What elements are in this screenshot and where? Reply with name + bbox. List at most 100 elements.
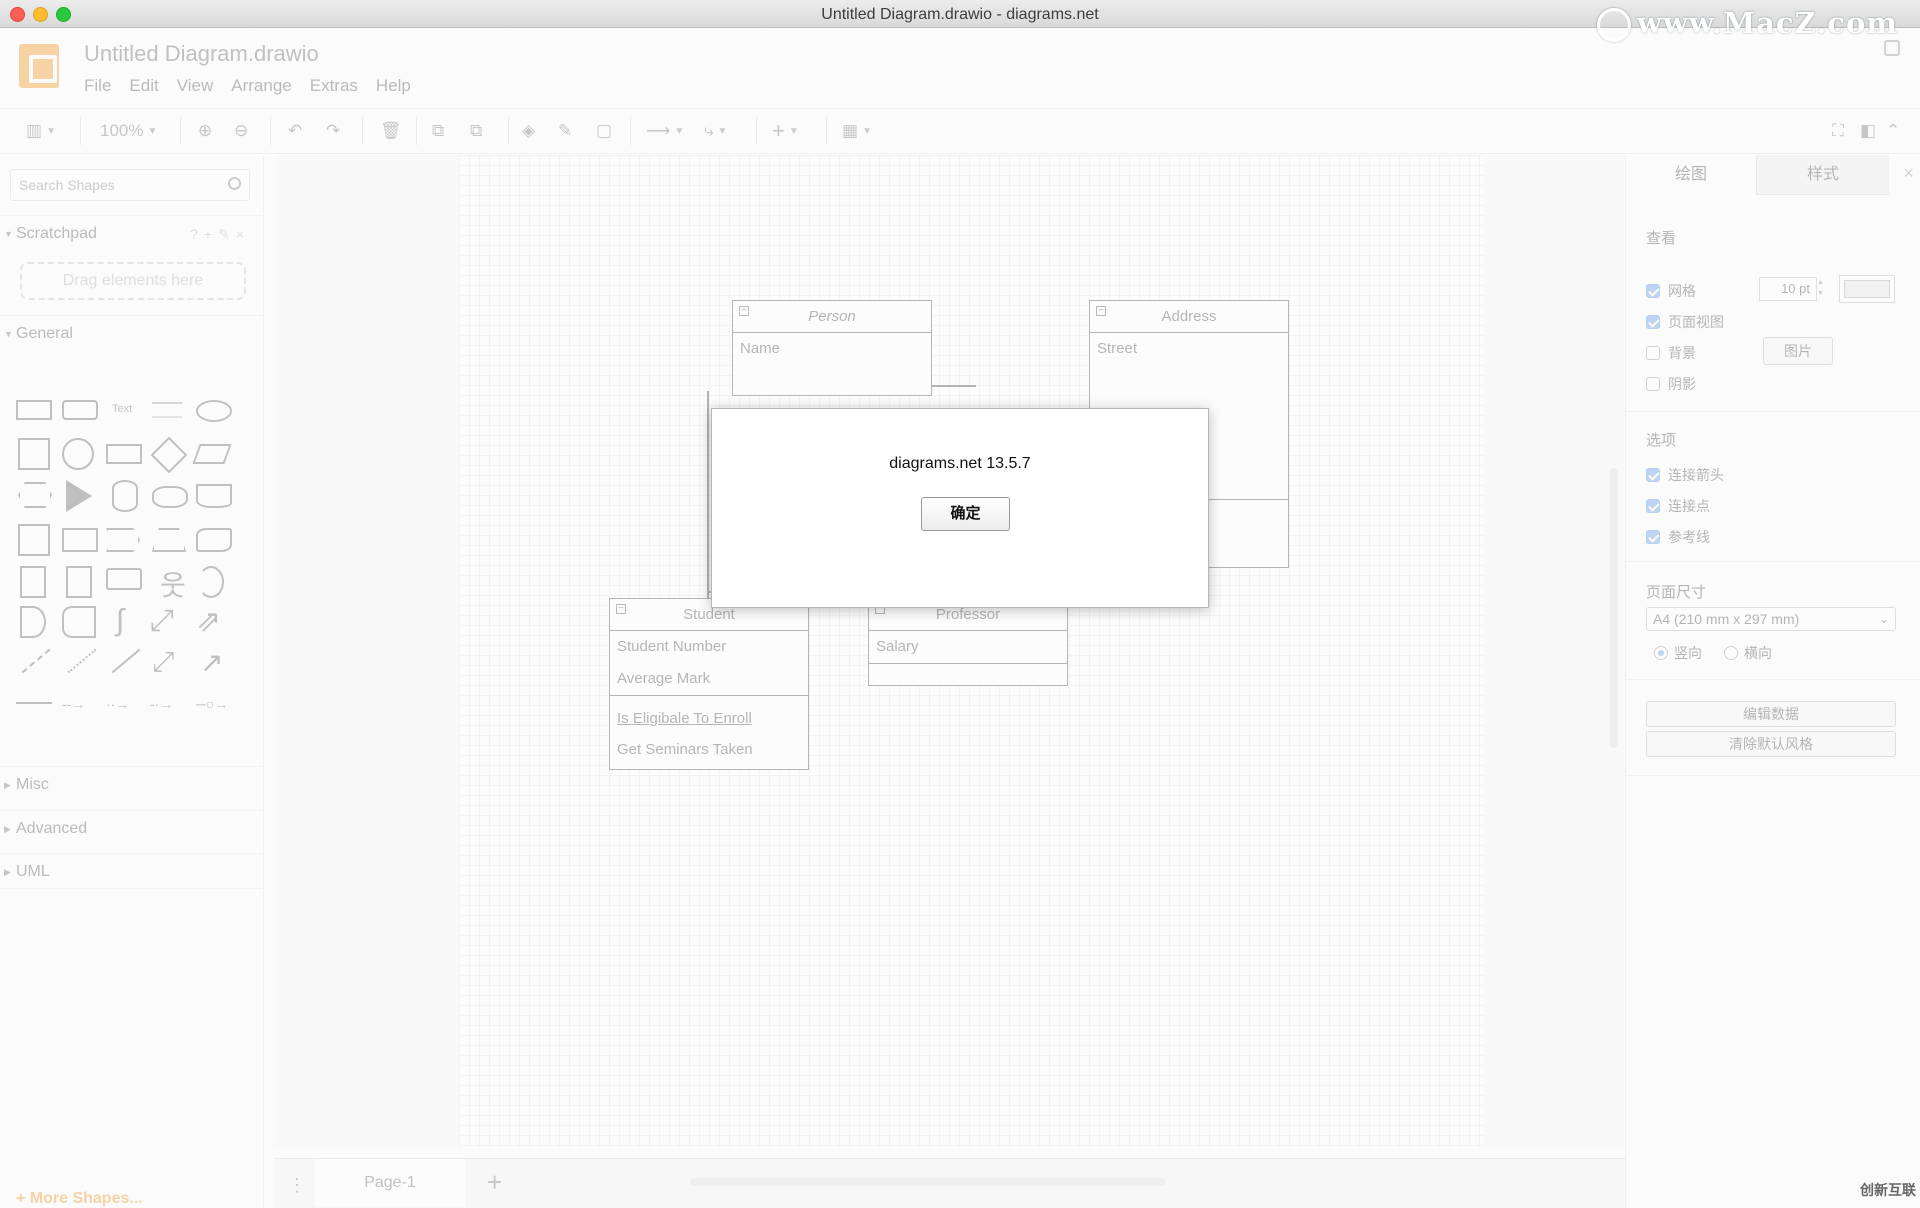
scratchpad-header[interactable]: ▼ Scratchpad ?+✎×	[0, 215, 262, 251]
page-grid[interactable]: − Person Name − Address Street − Student St…	[459, 155, 1484, 1148]
landscape-radio[interactable]: 横向	[1724, 643, 1772, 663]
tab-style[interactable]: 样式	[1756, 155, 1889, 195]
tab-page-1[interactable]: Page-1	[315, 1159, 465, 1207]
menu-help[interactable]: Help	[376, 76, 411, 96]
connection-style-button[interactable]: ⟶ ▼	[646, 119, 684, 143]
trapezoid-shape[interactable]	[152, 528, 186, 552]
diagram-canvas[interactable]: − Person Name − Address Street − Student St…	[275, 155, 1625, 1148]
uml-class-professor[interactable]: − Professor Salary	[868, 598, 1068, 686]
background-image-button[interactable]: 图片	[1763, 337, 1833, 365]
circle-shape[interactable]	[62, 438, 94, 470]
close-icon[interactable]: ×	[1903, 163, 1914, 184]
view-panels-button[interactable]: ▥ ▼	[26, 119, 56, 143]
labeled-arrow-icon[interactable]: ‐·→	[150, 696, 173, 712]
grid-size-input[interactable]: 10 pt	[1759, 277, 1817, 301]
portrait-radio[interactable]: 竖向	[1654, 643, 1702, 663]
collapse-icon[interactable]: ⌃	[1886, 119, 1900, 143]
internal-storage-shape[interactable]	[18, 524, 50, 556]
cube-shape[interactable]	[62, 528, 98, 552]
line-color-icon[interactable]: ✎	[558, 119, 572, 143]
to-front-icon[interactable]: ⧉	[432, 119, 444, 143]
document-title[interactable]: Untitled Diagram.drawio	[84, 41, 319, 67]
class-method[interactable]: Get Seminars Taken	[610, 733, 808, 767]
text-shape[interactable]: Text	[112, 403, 132, 415]
ellipse-shape[interactable]	[196, 400, 232, 422]
callout-shape[interactable]	[106, 568, 142, 590]
uml-section-header[interactable]: ▶ UML	[0, 853, 262, 889]
diamond-shape[interactable]	[150, 436, 188, 474]
general-section-header[interactable]: ▼ General	[0, 315, 262, 351]
fullscreen-icon[interactable]: ⛶	[1832, 119, 1844, 143]
format-panel-toggle-icon[interactable]: ◧	[1860, 119, 1876, 143]
square-shape[interactable]	[18, 438, 50, 470]
association-arrow-icon[interactable]: ─○→	[196, 696, 228, 712]
menu-view[interactable]: View	[177, 76, 214, 96]
triangle-shape[interactable]	[66, 480, 92, 512]
pages-menu-icon[interactable]: ⋮	[288, 1175, 306, 1196]
dashed-arrow-icon[interactable]: ‐‐→	[62, 696, 85, 712]
to-back-icon[interactable]: ⧉	[470, 119, 482, 143]
process-shape[interactable]	[106, 444, 142, 464]
collapse-icon[interactable]: −	[739, 306, 749, 316]
advanced-section-header[interactable]: ▶ Advanced	[0, 810, 262, 846]
guides-checkbox[interactable]: 参考线	[1646, 527, 1710, 547]
grid-size-stepper[interactable]: ▲ ▼	[1817, 277, 1827, 301]
cylinder-shape[interactable]	[112, 480, 138, 512]
more-shapes-button[interactable]: + More Shapes...	[16, 1190, 143, 1208]
line-shape[interactable]	[111, 648, 141, 674]
checkbox-unchecked[interactable]	[1646, 346, 1660, 360]
delay-shape[interactable]	[20, 606, 46, 638]
data-storage-shape[interactable]	[62, 606, 96, 638]
search-icon[interactable]	[228, 177, 241, 190]
bidirectional-arrow-icon[interactable]: ⤢	[150, 604, 174, 638]
actor-icon[interactable]: 웃	[160, 564, 186, 604]
redo-icon[interactable]: ↷	[326, 119, 340, 143]
edit-data-button[interactable]: 编辑数据	[1646, 701, 1896, 727]
connection-points-checkbox[interactable]: 连接点	[1646, 496, 1710, 516]
class-method[interactable]: Is Eligibale To Enroll	[610, 705, 808, 733]
rectangle-shape[interactable]	[16, 400, 52, 420]
checkbox-checked[interactable]	[1646, 315, 1660, 329]
textbox-shape[interactable]	[152, 402, 182, 418]
horizontal-scrollbar[interactable]	[690, 1178, 1165, 1186]
zoom-in-icon[interactable]: ⊕	[198, 119, 212, 143]
link-shape[interactable]	[16, 702, 52, 704]
radio-unselected[interactable]	[1724, 646, 1738, 660]
menu-arrange[interactable]: Arrange	[231, 76, 291, 96]
shadow-checkbox[interactable]: 阴影	[1646, 374, 1696, 394]
page-view-checkbox[interactable]: 页面视图	[1646, 312, 1724, 332]
checkbox-checked[interactable]	[1646, 284, 1660, 298]
connection-arrows-checkbox[interactable]: 连接箭头	[1646, 465, 1724, 485]
cloud-shape[interactable]	[152, 486, 188, 508]
menu-file[interactable]: File	[84, 76, 111, 96]
undo-icon[interactable]: ↶	[288, 119, 302, 143]
grid-checkbox[interactable]: 网格	[1646, 281, 1696, 301]
search-shapes-input[interactable]	[11, 170, 211, 200]
waypoints-button[interactable]: ⤷ ▼	[704, 119, 727, 143]
arrow-shape-icon[interactable]: ⇗	[196, 604, 221, 639]
shadow-icon[interactable]: ▢	[596, 119, 612, 143]
collapse-icon[interactable]: −	[616, 604, 626, 614]
dotted-arrow-icon[interactable]: ··→	[106, 696, 129, 712]
scratchpad-dropzone[interactable]: Drag elements here	[20, 262, 246, 300]
collapse-icon[interactable]: −	[1096, 306, 1106, 316]
ok-button[interactable]: 确定	[921, 497, 1010, 531]
uml-class-student[interactable]: − Student Student Number Average Mark Is …	[609, 598, 809, 770]
rounded-rectangle-shape[interactable]	[62, 400, 98, 420]
radio-selected[interactable]	[1654, 646, 1668, 660]
directional-connector-icon[interactable]: ↗	[200, 646, 223, 679]
grid-color-picker[interactable]	[1839, 275, 1895, 303]
background-checkbox[interactable]: 背景	[1646, 343, 1696, 363]
class-attribute[interactable]: Name	[733, 333, 931, 365]
or-shape[interactable]	[198, 566, 224, 598]
checkbox-checked[interactable]	[1646, 468, 1660, 482]
card-shape[interactable]	[66, 566, 92, 598]
hexagon-shape[interactable]	[18, 482, 52, 508]
checkbox-checked[interactable]	[1646, 499, 1660, 513]
class-attribute[interactable]: Salary	[869, 631, 1067, 663]
share-icon[interactable]	[1884, 40, 1900, 56]
scratchpad-tools[interactable]: ?+✎×	[190, 216, 250, 252]
uml-class-person[interactable]: − Person Name	[732, 300, 932, 396]
zoom-out-icon[interactable]: ⊖	[234, 119, 248, 143]
bidirectional-connector-icon[interactable]: ⤢	[152, 646, 174, 679]
